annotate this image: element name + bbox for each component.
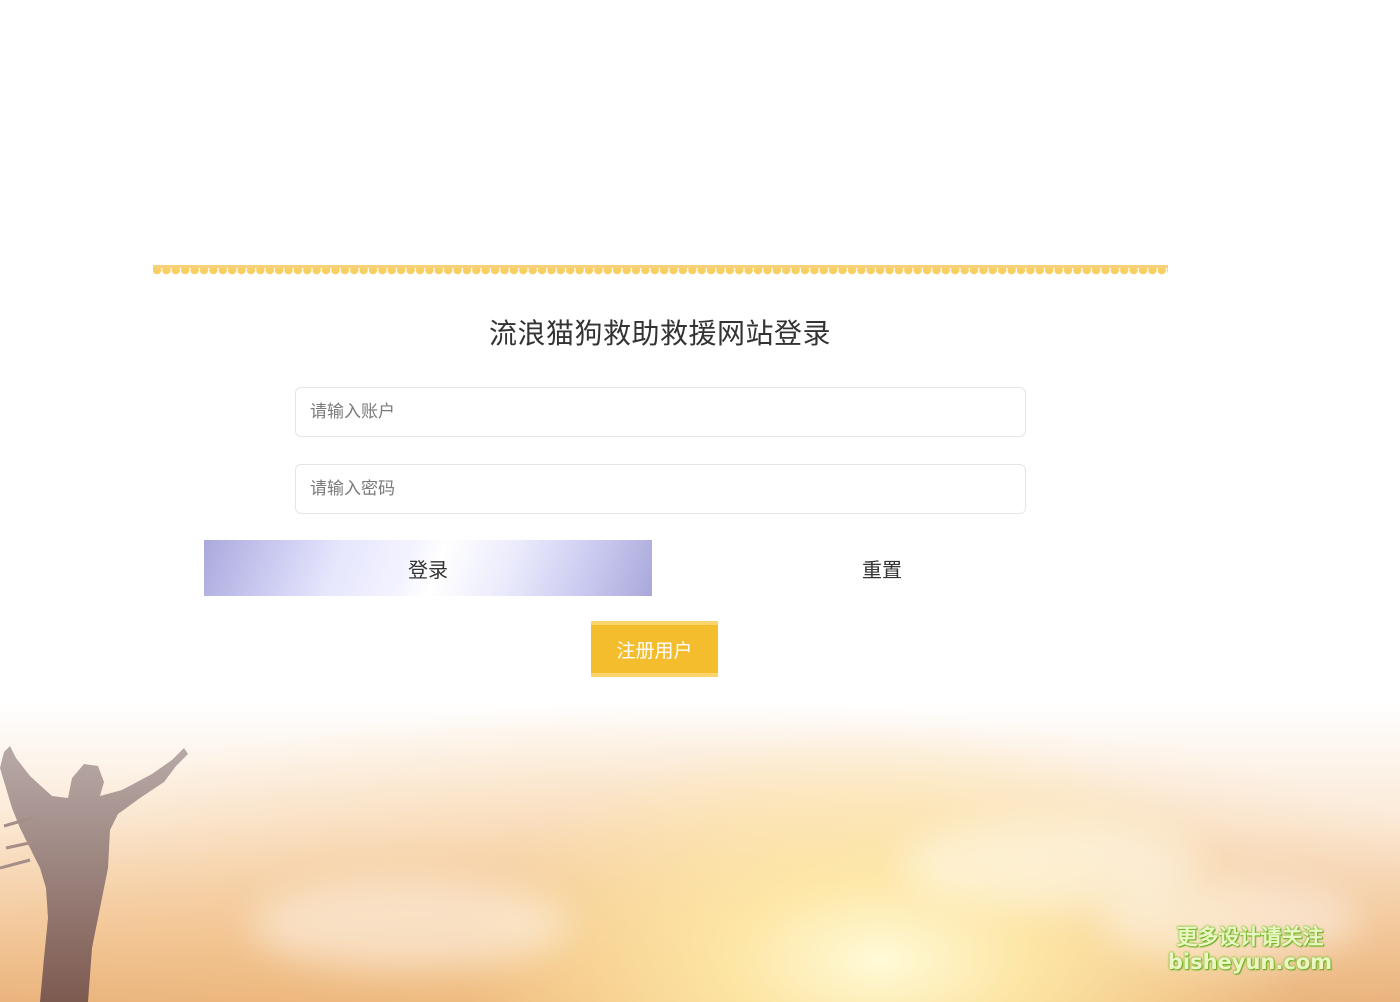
watermark-line-2: bisheyun.com — [1167, 950, 1333, 975]
scalloped-awning-border — [153, 265, 1168, 281]
awning-scallops — [153, 268, 1168, 280]
cloud — [250, 880, 570, 970]
watermark: 更多设计请关注 bisheyun.com — [1160, 925, 1340, 975]
page-title: 流浪猫狗救助救援网站登录 — [488, 317, 831, 350]
account-input[interactable] — [295, 387, 1026, 437]
reset-button[interactable]: 重置 — [652, 540, 1112, 596]
register-button[interactable]: 注册用户 — [591, 621, 718, 677]
login-button[interactable]: 登录 — [204, 540, 652, 596]
watermark-line-1: 更多设计请关注 — [1176, 925, 1324, 949]
person-silhouette-image — [0, 746, 188, 1002]
password-input[interactable] — [295, 464, 1026, 514]
